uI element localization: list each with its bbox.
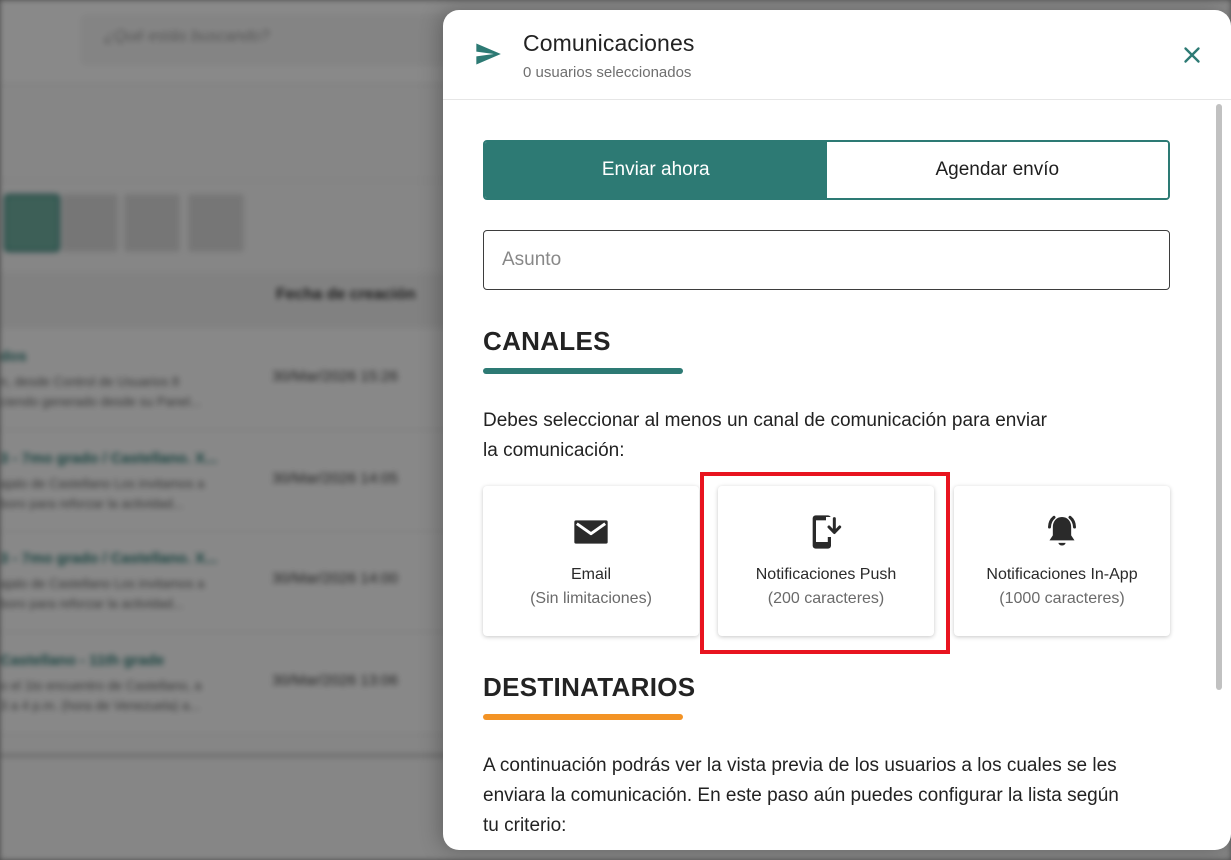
tab-send-now[interactable]: Enviar ahora [485,142,827,198]
channels-section-underline [483,368,683,374]
drawer-scrollbar[interactable] [1214,102,1224,850]
send-mode-tabs: Enviar ahora Agendar envío [483,140,1170,200]
recipients-helper-line: A continuación podrás ver la vista previ… [483,755,1117,776]
channel-limit: (200 caracteres) [767,590,885,607]
phone-download-icon [812,515,843,549]
channel-limit: (1000 caracteres) [999,590,1125,607]
close-icon[interactable] [1179,42,1205,68]
drawer-title: Comunicaciones [523,30,695,56]
channel-name: Notificaciones Push [755,566,897,583]
channels-section-title: CANALES [483,326,611,356]
recipients-helper-line: tu criterio: [483,815,567,836]
subject-input[interactable] [483,230,1170,290]
drawer-subtitle: 0 usuarios seleccionados [523,64,692,81]
recipients-section-title: DESTINATARIOS [483,672,696,702]
mail-icon [574,520,608,544]
recipients-helper-text: A continuación podrás ver la vista previ… [483,751,1173,841]
tab-schedule-send[interactable]: Agendar envío [826,142,1168,198]
drawer-header: Comunicaciones 0 usuarios seleccionados [443,10,1231,100]
send-icon [476,43,501,65]
channel-name: Notificaciones In-App [986,566,1138,583]
channels-helper-line: la comunicación: [483,440,625,461]
bell-ring-icon [1048,515,1076,546]
channels-helper-text: Debes seleccionar al menos un canal de c… [483,406,1133,466]
channel-card-push[interactable]: Notificaciones Push (200 caracteres) [718,486,934,636]
channel-card-in-app[interactable]: Notificaciones In-App (1000 caracteres) [954,486,1170,636]
recipients-helper-line: enviara la comunicación. En este paso aú… [483,785,1119,806]
channel-limit: (Sin limitaciones) [530,590,652,607]
channel-name: Email [570,566,611,583]
channels-helper-line: Debes seleccionar al menos un canal de c… [483,410,1047,431]
channel-card-email[interactable]: Email (Sin limitaciones) [483,486,699,636]
communications-drawer: Comunicaciones 0 usuarios seleccionados … [443,10,1231,850]
scrollbar-thumb[interactable] [1216,104,1222,690]
recipients-section-underline [483,714,683,720]
